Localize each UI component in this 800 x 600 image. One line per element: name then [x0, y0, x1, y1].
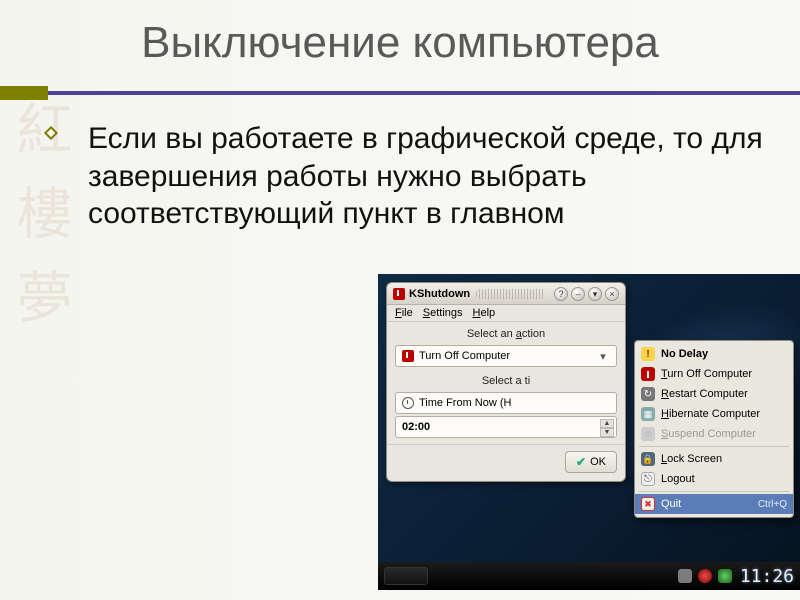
window-menubar: File Settings Help	[387, 305, 625, 322]
logout-icon	[641, 472, 655, 486]
tray-icon[interactable]	[678, 569, 692, 583]
tray-power-icon[interactable]	[698, 569, 712, 583]
menu-item-label: Quit	[661, 498, 681, 510]
menu-item-quit[interactable]: Quit Ctrl+Q	[635, 494, 793, 514]
clock-icon	[402, 397, 414, 409]
ok-button-label: OK	[590, 456, 606, 468]
minimize-button[interactable]: –	[571, 287, 585, 301]
menu-item-label: Hibernate Computer	[661, 408, 760, 420]
help-button[interactable]: ?	[554, 287, 568, 301]
chevron-down-icon: ▾	[596, 350, 610, 363]
menu-item-suspend[interactable]: Suspend Computer	[635, 424, 793, 444]
select-time-label: Select a ti	[387, 369, 625, 390]
lock-icon	[641, 452, 655, 466]
system-tray	[678, 569, 732, 583]
time-mode-combo[interactable]: Time From Now (H	[395, 392, 617, 414]
restart-icon	[641, 387, 655, 401]
menu-item-lock[interactable]: Lock Screen	[635, 449, 793, 469]
select-action-label: Select an action	[387, 322, 625, 343]
menu-help[interactable]: Help	[473, 307, 496, 319]
menu-item-turn-off[interactable]: Turn Off Computer	[635, 364, 793, 384]
desktop-screenshot: KShutdown ? – ▾ × File Settings Help Sel…	[378, 274, 800, 590]
presentation-slide: 紅樓夢 Выключение компьютера Если вы работа…	[0, 0, 800, 600]
warning-icon	[641, 347, 655, 361]
taskbar-clock: 11:26	[740, 566, 794, 587]
menu-item-label: Logout	[661, 473, 695, 485]
spin-up-icon[interactable]: ▲	[600, 419, 614, 428]
taskbar: 11:26	[378, 562, 800, 590]
spin-buttons[interactable]: ▲ ▼	[600, 419, 614, 435]
quit-icon	[641, 497, 655, 511]
menu-item-logout[interactable]: Logout	[635, 469, 793, 489]
window-title: KShutdown	[409, 288, 470, 300]
menu-separator	[639, 491, 789, 492]
menu-item-hibernate[interactable]: Hibernate Computer	[635, 404, 793, 424]
app-icon	[393, 288, 405, 300]
hibernate-icon	[641, 407, 655, 421]
menu-item-label: Lock Screen	[661, 453, 722, 465]
slide-divider	[0, 86, 800, 100]
ok-icon: ✔	[576, 457, 586, 467]
time-mode-value: Time From Now (H	[419, 397, 511, 409]
power-icon	[402, 350, 414, 362]
ok-button[interactable]: ✔ OK	[565, 451, 617, 473]
titlebar-stripes	[476, 289, 545, 299]
menu-item-shortcut: Ctrl+Q	[758, 499, 787, 510]
power-icon	[641, 367, 655, 381]
menu-file[interactable]: File	[395, 307, 413, 319]
spin-down-icon[interactable]: ▼	[600, 428, 614, 437]
time-value-text: 02:00	[402, 421, 430, 433]
menu-separator	[639, 446, 789, 447]
slide-title: Выключение компьютера	[0, 0, 800, 68]
action-dropdown-menu: No Delay Turn Off Computer Restart Compu…	[634, 340, 794, 518]
action-combo[interactable]: Turn Off Computer ▾	[395, 345, 617, 367]
menu-item-no-delay[interactable]: No Delay	[635, 344, 793, 364]
menu-item-label: No Delay	[661, 348, 708, 360]
action-combo-value: Turn Off Computer	[419, 350, 510, 362]
time-value-spin[interactable]: 02:00 ▲ ▼	[395, 416, 617, 438]
slide-body: Если вы работаете в графической среде, т…	[62, 120, 770, 233]
menu-item-label: Turn Off Computer	[661, 368, 752, 380]
window-titlebar[interactable]: KShutdown ? – ▾ ×	[387, 283, 625, 305]
slide-body-text: Если вы работаете в графической среде, т…	[62, 120, 770, 233]
taskbar-app-button[interactable]	[384, 567, 428, 585]
menu-button[interactable]: ▾	[588, 287, 602, 301]
suspend-icon	[641, 427, 655, 441]
tray-status-icon[interactable]	[718, 569, 732, 583]
menu-item-label: Restart Computer	[661, 388, 748, 400]
close-button[interactable]: ×	[605, 287, 619, 301]
menu-item-label: Suspend Computer	[661, 428, 756, 440]
kshutdown-window: KShutdown ? – ▾ × File Settings Help Sel…	[386, 282, 626, 482]
menu-settings[interactable]: Settings	[423, 307, 463, 319]
dialog-buttons: ✔ OK	[387, 444, 625, 481]
menu-item-restart[interactable]: Restart Computer	[635, 384, 793, 404]
